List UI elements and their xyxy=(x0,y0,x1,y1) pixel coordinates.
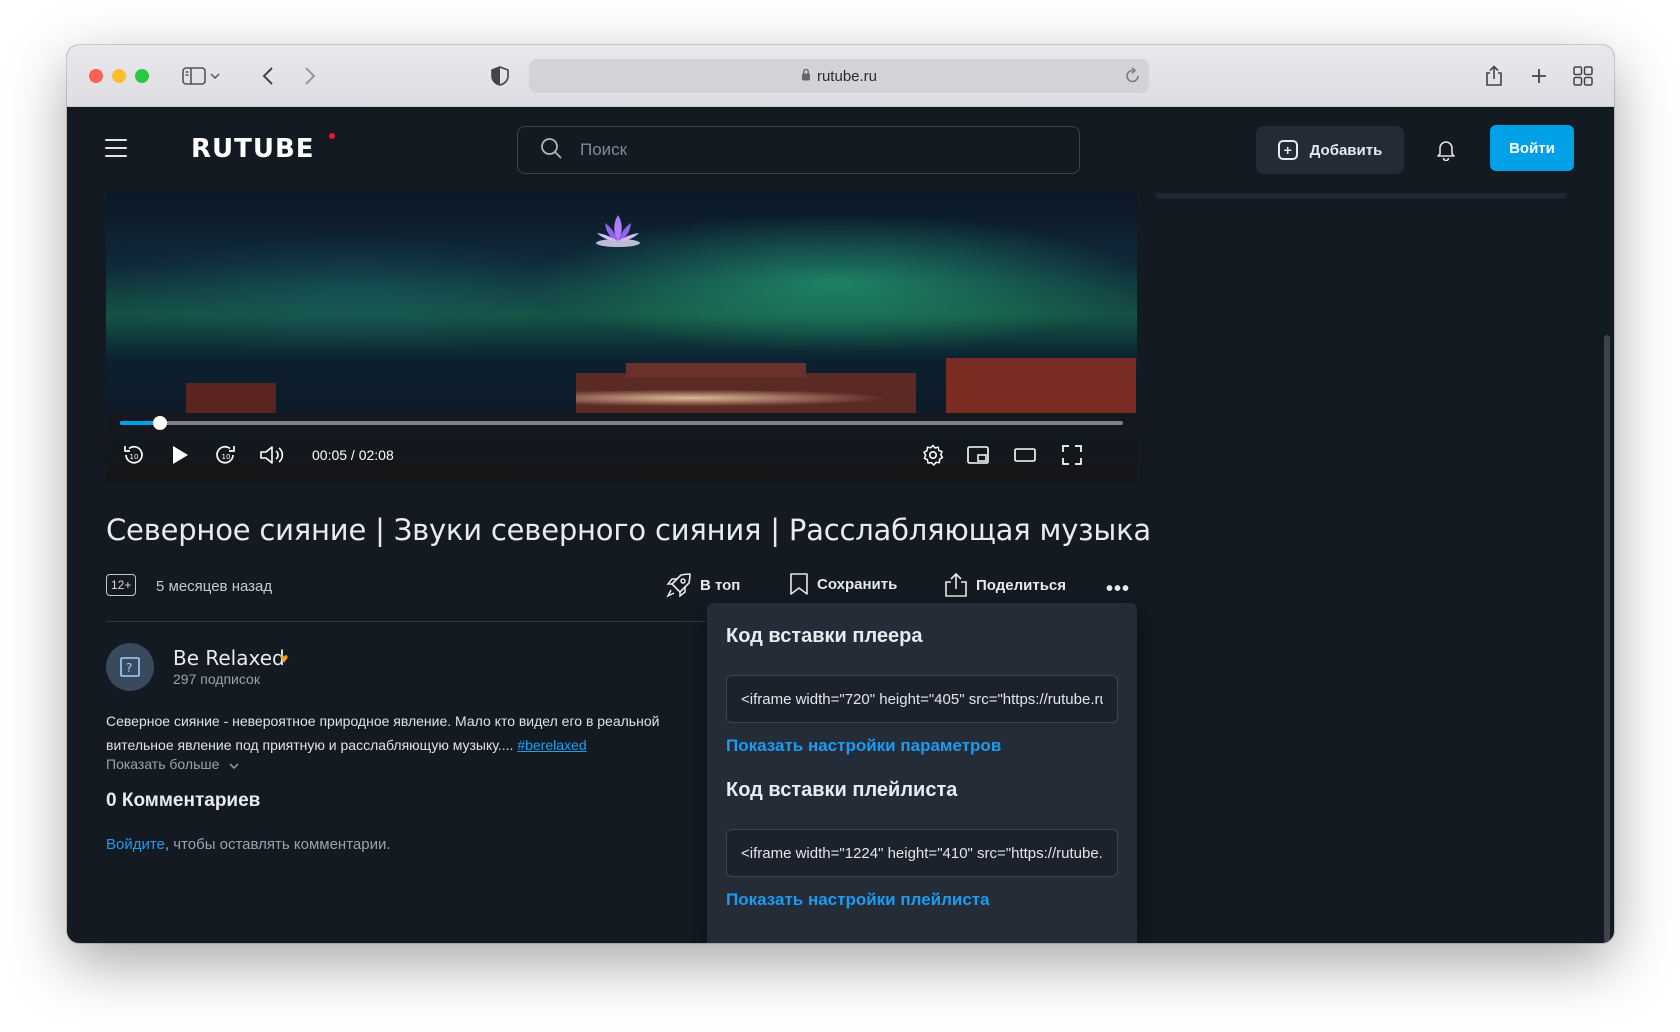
theater-mode-icon[interactable] xyxy=(1011,441,1039,469)
plus-icon: + xyxy=(1277,140,1298,160)
svg-text:10: 10 xyxy=(222,453,231,461)
add-video-button[interactable]: + Добавить xyxy=(1256,126,1404,174)
video-player[interactable]: 10 10 00:05 / 02:08 xyxy=(106,193,1137,483)
player-controls: 10 10 00:05 / 02:08 xyxy=(106,441,1137,471)
share-button[interactable]: Поделиться xyxy=(944,572,1066,598)
description-line-2: вительное явление под приятную и расслаб… xyxy=(106,733,706,757)
age-rating-badge: 12+ xyxy=(106,574,137,596)
page-scrollbar[interactable] xyxy=(1604,335,1610,943)
comments-count-heading: 0 Комментариев xyxy=(106,790,261,811)
share-label: Поделиться xyxy=(976,576,1067,594)
boost-to-top-label: В топ xyxy=(700,576,741,594)
fullscreen-icon[interactable] xyxy=(1058,441,1086,469)
picture-in-picture-icon[interactable] xyxy=(964,441,992,469)
svg-text:?: ? xyxy=(126,661,132,675)
chevron-down-icon[interactable] xyxy=(207,63,223,89)
browser-window: rutube.ru RUTUBE + Добавить xyxy=(67,45,1614,943)
show-playlist-settings-link[interactable]: Показать настройки плейлиста xyxy=(726,890,990,910)
svg-text:10: 10 xyxy=(130,453,139,461)
back-icon[interactable] xyxy=(255,63,281,89)
heart-icon: ♥ xyxy=(280,650,289,666)
settings-gear-icon[interactable] xyxy=(919,441,947,469)
shield-icon[interactable] xyxy=(487,63,513,89)
sidebar-panel-edge xyxy=(1155,193,1567,199)
image-placeholder-icon: ? xyxy=(120,657,140,677)
bookmark-icon xyxy=(790,573,808,595)
more-options-icon[interactable]: ••• xyxy=(1106,578,1130,601)
comment-login-text: , чтобы оставлять комментарии. xyxy=(164,836,391,853)
tab-overview-icon[interactable] xyxy=(1570,63,1596,89)
playlist-embed-heading: Код вставки плейлиста xyxy=(726,779,958,801)
reload-icon[interactable] xyxy=(1125,66,1141,88)
play-icon[interactable] xyxy=(166,441,194,469)
address-bar[interactable]: rutube.ru xyxy=(529,59,1149,93)
forward-10-icon[interactable]: 10 xyxy=(212,441,240,469)
comment-login-hint: Войдите, чтобы оставлять комментарии. xyxy=(106,836,391,853)
video-frame-lights xyxy=(576,383,1036,413)
description-line-2-text: вительное явление под приятную и расслаб… xyxy=(106,737,518,753)
video-meta-row: 12+ 5 месяцев назад В топ Сохранить Поде… xyxy=(106,572,1137,600)
playlist-embed-code-field[interactable] xyxy=(726,829,1118,877)
video-progress-knob[interactable] xyxy=(153,416,168,430)
hashtag-link[interactable]: #berelaxed xyxy=(517,737,586,753)
rocket-icon xyxy=(666,573,691,598)
search-box[interactable] xyxy=(517,126,1080,174)
section-divider xyxy=(106,621,706,622)
new-tab-icon[interactable] xyxy=(1526,63,1552,89)
minimize-window-button[interactable] xyxy=(112,69,126,83)
add-video-label: Добавить xyxy=(1309,141,1383,159)
search-icon[interactable] xyxy=(540,137,562,164)
posted-date: 5 месяцев назад xyxy=(156,578,273,595)
bell-icon[interactable] xyxy=(1436,139,1456,166)
site-header: RUTUBE + Добавить Войти xyxy=(67,107,1614,193)
close-window-button[interactable] xyxy=(89,69,103,83)
comment-login-link[interactable]: Войдите xyxy=(106,836,165,853)
rutube-logo[interactable]: RUTUBE xyxy=(191,134,315,164)
video-progress-bar[interactable] xyxy=(120,416,1123,430)
embed-code-popup: Код вставки плеера Показать настройки па… xyxy=(707,603,1137,943)
forward-icon[interactable] xyxy=(297,63,323,89)
zoom-window-button[interactable] xyxy=(135,69,149,83)
player-embed-heading: Код вставки плеера xyxy=(726,625,923,647)
hamburger-menu-icon[interactable] xyxy=(105,139,127,159)
save-label: Сохранить xyxy=(817,575,898,593)
description-line-1: Северное сияние - невероятное природное … xyxy=(106,713,660,729)
channel-avatar[interactable]: ? xyxy=(106,643,154,691)
logo-dot xyxy=(329,133,335,139)
upload-share-icon xyxy=(945,572,967,597)
search-input[interactable] xyxy=(580,140,1020,160)
volume-icon[interactable] xyxy=(258,441,286,469)
show-more-label: Показать больше xyxy=(106,756,220,772)
rewind-10-icon[interactable]: 10 xyxy=(119,441,147,469)
player-embed-code-field[interactable] xyxy=(726,675,1118,723)
show-player-settings-link[interactable]: Показать настройки параметров xyxy=(726,736,1001,756)
channel-name[interactable]: Be Relaxed xyxy=(173,646,285,670)
video-time: 00:05 / 02:08 xyxy=(312,447,394,463)
chevron-down-icon xyxy=(229,763,239,769)
url-text: rutube.ru xyxy=(816,67,878,85)
lotus-logo-icon xyxy=(593,209,643,249)
lock-icon xyxy=(801,68,811,85)
show-more-button[interactable]: Показать больше xyxy=(106,756,239,772)
subscriber-count: 297 подписок xyxy=(173,671,260,687)
browser-toolbar: rutube.ru xyxy=(67,45,1614,107)
video-title: Северное сияние | Звуки северного сияния… xyxy=(106,513,1151,547)
share-icon[interactable] xyxy=(1481,63,1507,89)
boost-to-top-button[interactable]: В топ xyxy=(666,572,740,598)
save-button[interactable]: Сохранить xyxy=(789,572,897,596)
sidebar-toggle-icon[interactable] xyxy=(181,63,207,89)
video-description: Северное сияние - невероятное природное … xyxy=(106,709,706,757)
login-button[interactable]: Войти xyxy=(1490,125,1574,171)
